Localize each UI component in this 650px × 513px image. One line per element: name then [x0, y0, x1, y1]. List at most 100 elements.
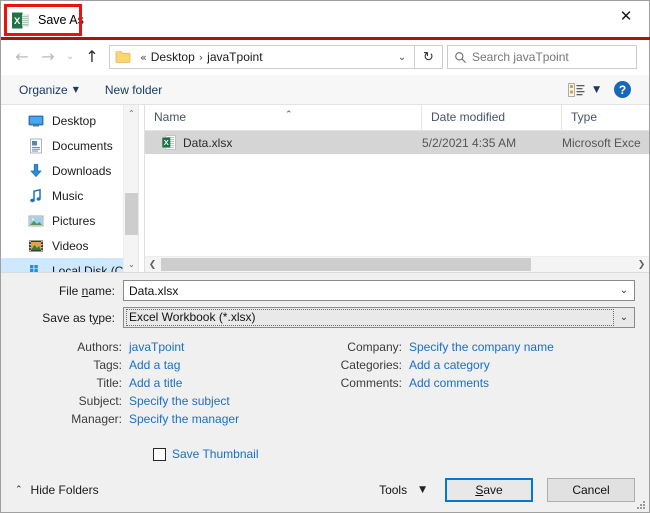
up-arrow-icon[interactable]: ↑	[79, 44, 105, 70]
videos-icon	[28, 238, 44, 254]
hide-folders-button[interactable]: ⌃ Hide Folders	[15, 483, 99, 497]
toolbar-right-group: ▼ ?	[568, 81, 639, 98]
close-icon: ✕	[619, 7, 633, 25]
property-value-title[interactable]: Add a title	[129, 376, 182, 390]
forward-arrow-icon[interactable]: →	[35, 44, 61, 70]
disk-icon	[28, 263, 44, 272]
svg-text:X: X	[14, 16, 21, 27]
save-label-accesskey: S	[475, 483, 484, 497]
property-authors: Authors: javaTpoint	[1, 340, 331, 358]
table-row[interactable]: X Data.xlsx 5/2/2021 4:35 AM Microsoft E…	[145, 131, 649, 154]
new-folder-label: New folder	[104, 82, 163, 97]
documents-icon	[28, 138, 44, 154]
search-box[interactable]: Search javaTpoint	[447, 45, 637, 69]
breadcrumb-desktop[interactable]: Desktop	[151, 50, 195, 64]
resize-grip[interactable]	[636, 500, 646, 510]
property-value-subject[interactable]: Specify the subject	[129, 394, 230, 408]
refresh-button[interactable]: ↻	[415, 45, 443, 69]
scrollbar-thumb[interactable]	[125, 193, 138, 235]
svg-text:X: X	[164, 138, 169, 147]
property-value-categories[interactable]: Add a category	[409, 358, 490, 372]
title-group: X Save As	[1, 12, 84, 29]
save-as-type-row: Save as type: Excel Workbook (*.xlsx) ⌄	[1, 307, 649, 328]
file-name-label-pre: File	[58, 283, 82, 298]
excel-file-icon: X	[162, 135, 176, 150]
sidebar-item-label: Local Disk (C:)	[52, 263, 131, 273]
property-value-comments[interactable]: Add comments	[409, 376, 489, 390]
save-thumbnail-label[interactable]: Save Thumbnail	[172, 447, 259, 461]
property-value-authors[interactable]: javaTpoint	[129, 340, 184, 354]
sidebar-scrollbar[interactable]: ⌃ ⌄	[123, 105, 138, 272]
address-bar[interactable]: « Desktop › javaTpoint ⌄	[109, 45, 415, 69]
property-label: Authors:	[77, 340, 122, 354]
close-button[interactable]: ✕	[603, 1, 649, 32]
scroll-up-icon[interactable]: ⌃	[124, 105, 138, 121]
organize-button[interactable]: Organize ▼	[19, 83, 79, 97]
chevron-down-icon[interactable]: ⌄	[614, 285, 634, 296]
sidebar-item-downloads[interactable]: Downloads	[1, 158, 138, 183]
column-header-name[interactable]: Name ⌃	[145, 105, 422, 130]
scroll-left-icon[interactable]: ❮	[145, 257, 160, 272]
cancel-button[interactable]: Cancel	[547, 478, 635, 502]
breadcrumb-arrow-icon[interactable]: ›	[195, 51, 207, 64]
pictures-icon	[28, 213, 44, 229]
tools-button[interactable]: Tools ▼	[379, 483, 426, 497]
file-name-label: File name:	[1, 284, 123, 298]
property-title: Title: Add a title	[1, 376, 331, 394]
new-folder-button[interactable]: New folder	[105, 83, 162, 97]
file-name-value: Data.xlsx	[129, 283, 179, 298]
search-input[interactable]: Search javaTpoint	[472, 50, 569, 64]
address-separator: «	[140, 50, 147, 64]
properties-left-column: Authors: javaTpoint Tags: Add a tag Titl…	[1, 340, 331, 430]
sidebar-item-pictures[interactable]: Pictures	[1, 208, 138, 233]
save-as-type-label: Save as type:	[1, 311, 123, 325]
file-list-horizontal-scrollbar[interactable]: ❮ ❯	[145, 256, 649, 272]
file-name-label: Data.xlsx	[183, 135, 233, 150]
scroll-right-icon[interactable]: ❯	[634, 257, 649, 272]
property-label: Manager:	[71, 412, 122, 426]
sidebar-item-label: Videos	[52, 238, 89, 253]
save-as-type-label-pre: Save as t	[42, 310, 93, 325]
sidebar-item-local-disk-c[interactable]: Local Disk (C:)	[1, 258, 138, 272]
sidebar-item-label: Desktop	[52, 113, 97, 128]
save-button[interactable]: Save	[445, 478, 533, 502]
property-label: Categories:	[340, 358, 402, 372]
navigation-tree: Desktop Documents Downloads Music Pictur…	[1, 105, 138, 272]
property-label: Comments:	[340, 376, 402, 390]
address-dropdown-icon[interactable]: ⌄	[390, 52, 414, 63]
file-name-row: File name: Data.xlsx ⌄	[1, 280, 649, 301]
save-as-type-select[interactable]: Excel Workbook (*.xlsx) ⌄	[123, 307, 635, 328]
excel-icon: X	[12, 12, 29, 29]
downloads-icon	[28, 163, 44, 179]
organize-label: Organize	[19, 82, 68, 97]
column-header-type[interactable]: Type	[562, 105, 649, 130]
sidebar-item-music[interactable]: Music	[1, 183, 138, 208]
file-name-label-post: ame:	[88, 283, 115, 298]
property-value-company[interactable]: Specify the company name	[409, 340, 554, 354]
file-rows: X Data.xlsx 5/2/2021 4:35 AM Microsoft E…	[145, 131, 649, 256]
sidebar-item-videos[interactable]: Videos	[1, 233, 138, 258]
recent-locations-icon[interactable]: ⌄	[61, 44, 79, 70]
sidebar-item-desktop[interactable]: Desktop	[1, 108, 138, 133]
column-header-date-modified[interactable]: Date modified	[422, 105, 562, 130]
file-date-cell: 5/2/2021 4:35 AM	[422, 135, 517, 150]
chevron-down-icon: ▼	[72, 85, 79, 94]
breadcrumb-javatpoint[interactable]: javaTpoint	[207, 50, 262, 64]
help-icon[interactable]: ?	[614, 81, 631, 98]
property-comments: Comments: Add comments	[331, 376, 649, 394]
save-thumbnail-checkbox[interactable]	[153, 447, 166, 461]
sidebar-item-documents[interactable]: Documents	[1, 133, 138, 158]
view-layout-icon[interactable]	[568, 82, 585, 97]
back-arrow-icon[interactable]: ←	[9, 44, 35, 70]
browser-area: Desktop Documents Downloads Music Pictur…	[1, 105, 649, 272]
scroll-down-icon[interactable]: ⌄	[124, 256, 138, 272]
scrollbar-thumb[interactable]	[161, 258, 531, 271]
property-value-tags[interactable]: Add a tag	[129, 358, 180, 372]
desktop-icon	[28, 113, 44, 129]
chevron-down-icon[interactable]: ⌄	[614, 312, 634, 323]
navigation-bar: ← → ⌄ ↑ « Desktop › javaTpoint ⌄ ↻ Searc…	[1, 39, 649, 75]
column-header-name-label: Name	[154, 110, 187, 124]
view-dropdown-icon[interactable]: ▼	[593, 85, 600, 95]
file-name-input[interactable]: Data.xlsx ⌄	[123, 280, 635, 301]
property-value-manager[interactable]: Specify the manager	[129, 412, 239, 426]
